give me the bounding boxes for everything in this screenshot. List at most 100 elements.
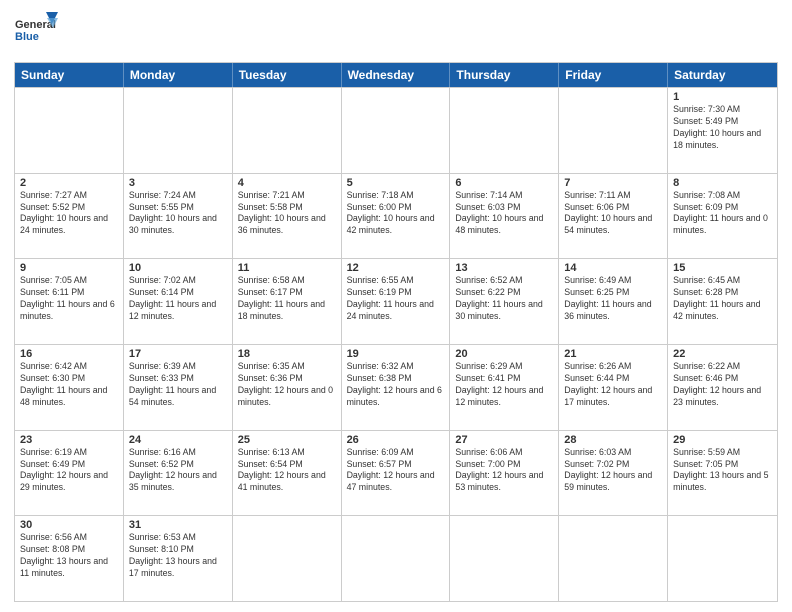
day-info: Sunrise: 6:32 AM Sunset: 6:38 PM Dayligh… [347, 361, 445, 409]
header-day-tuesday: Tuesday [233, 63, 342, 87]
day-info: Sunrise: 6:29 AM Sunset: 6:41 PM Dayligh… [455, 361, 553, 409]
day-number: 31 [129, 519, 227, 531]
day-info: Sunrise: 6:58 AM Sunset: 6:17 PM Dayligh… [238, 275, 336, 323]
day-info: Sunrise: 7:14 AM Sunset: 6:03 PM Dayligh… [455, 190, 553, 238]
day-number: 1 [673, 91, 772, 103]
calendar-row-2: 2Sunrise: 7:27 AM Sunset: 5:52 PM Daylig… [15, 173, 777, 259]
calendar-cell-1-3 [233, 88, 342, 173]
calendar-cell-1-2 [124, 88, 233, 173]
calendar-row-4: 16Sunrise: 6:42 AM Sunset: 6:30 PM Dayli… [15, 344, 777, 430]
day-info: Sunrise: 7:24 AM Sunset: 5:55 PM Dayligh… [129, 190, 227, 238]
calendar-cell-2-6: 7Sunrise: 7:11 AM Sunset: 6:06 PM Daylig… [559, 174, 668, 259]
logo-icon: General Blue [14, 10, 58, 54]
logo: General Blue [14, 10, 58, 54]
header-day-friday: Friday [559, 63, 668, 87]
calendar-page: General Blue SundayMondayTuesdayWednesda… [0, 0, 792, 612]
calendar-row-5: 23Sunrise: 6:19 AM Sunset: 6:49 PM Dayli… [15, 430, 777, 516]
calendar-row-3: 9Sunrise: 7:05 AM Sunset: 6:11 PM Daylig… [15, 258, 777, 344]
day-info: Sunrise: 7:18 AM Sunset: 6:00 PM Dayligh… [347, 190, 445, 238]
calendar-cell-3-3: 11Sunrise: 6:58 AM Sunset: 6:17 PM Dayli… [233, 259, 342, 344]
calendar-cell-2-2: 3Sunrise: 7:24 AM Sunset: 5:55 PM Daylig… [124, 174, 233, 259]
calendar-cell-4-6: 21Sunrise: 6:26 AM Sunset: 6:44 PM Dayli… [559, 345, 668, 430]
calendar-cell-5-5: 27Sunrise: 6:06 AM Sunset: 7:00 PM Dayli… [450, 431, 559, 516]
calendar-cell-3-6: 14Sunrise: 6:49 AM Sunset: 6:25 PM Dayli… [559, 259, 668, 344]
svg-text:Blue: Blue [15, 31, 39, 43]
calendar-cell-4-5: 20Sunrise: 6:29 AM Sunset: 6:41 PM Dayli… [450, 345, 559, 430]
day-number: 12 [347, 262, 445, 274]
day-info: Sunrise: 6:45 AM Sunset: 6:28 PM Dayligh… [673, 275, 772, 323]
calendar-row-1: 1Sunrise: 7:30 AM Sunset: 5:49 PM Daylig… [15, 87, 777, 173]
calendar-cell-5-3: 25Sunrise: 6:13 AM Sunset: 6:54 PM Dayli… [233, 431, 342, 516]
day-info: Sunrise: 6:56 AM Sunset: 8:08 PM Dayligh… [20, 532, 118, 580]
day-info: Sunrise: 6:06 AM Sunset: 7:00 PM Dayligh… [455, 447, 553, 495]
day-number: 5 [347, 177, 445, 189]
calendar-cell-4-7: 22Sunrise: 6:22 AM Sunset: 6:46 PM Dayli… [668, 345, 777, 430]
logo-container: General Blue [14, 10, 58, 54]
calendar-cell-3-7: 15Sunrise: 6:45 AM Sunset: 6:28 PM Dayli… [668, 259, 777, 344]
calendar-cell-5-4: 26Sunrise: 6:09 AM Sunset: 6:57 PM Dayli… [342, 431, 451, 516]
calendar-cell-5-2: 24Sunrise: 6:16 AM Sunset: 6:52 PM Dayli… [124, 431, 233, 516]
day-info: Sunrise: 7:30 AM Sunset: 5:49 PM Dayligh… [673, 104, 772, 152]
calendar-cell-6-2: 31Sunrise: 6:53 AM Sunset: 8:10 PM Dayli… [124, 516, 233, 601]
day-info: Sunrise: 6:53 AM Sunset: 8:10 PM Dayligh… [129, 532, 227, 580]
day-info: Sunrise: 6:55 AM Sunset: 6:19 PM Dayligh… [347, 275, 445, 323]
day-number: 6 [455, 177, 553, 189]
calendar-header: SundayMondayTuesdayWednesdayThursdayFrid… [15, 63, 777, 87]
day-info: Sunrise: 7:27 AM Sunset: 5:52 PM Dayligh… [20, 190, 118, 238]
calendar: SundayMondayTuesdayWednesdayThursdayFrid… [14, 62, 778, 602]
day-number: 21 [564, 348, 662, 360]
calendar-cell-1-4 [342, 88, 451, 173]
header: General Blue [14, 10, 778, 54]
calendar-cell-6-3 [233, 516, 342, 601]
day-number: 16 [20, 348, 118, 360]
day-number: 28 [564, 434, 662, 446]
day-number: 11 [238, 262, 336, 274]
header-day-thursday: Thursday [450, 63, 559, 87]
day-number: 25 [238, 434, 336, 446]
calendar-cell-6-5 [450, 516, 559, 601]
calendar-cell-5-7: 29Sunrise: 5:59 AM Sunset: 7:05 PM Dayli… [668, 431, 777, 516]
calendar-cell-1-7: 1Sunrise: 7:30 AM Sunset: 5:49 PM Daylig… [668, 88, 777, 173]
calendar-cell-6-1: 30Sunrise: 6:56 AM Sunset: 8:08 PM Dayli… [15, 516, 124, 601]
day-number: 22 [673, 348, 772, 360]
day-number: 2 [20, 177, 118, 189]
day-info: Sunrise: 7:02 AM Sunset: 6:14 PM Dayligh… [129, 275, 227, 323]
day-info: Sunrise: 6:09 AM Sunset: 6:57 PM Dayligh… [347, 447, 445, 495]
calendar-cell-3-4: 12Sunrise: 6:55 AM Sunset: 6:19 PM Dayli… [342, 259, 451, 344]
day-info: Sunrise: 7:21 AM Sunset: 5:58 PM Dayligh… [238, 190, 336, 238]
day-number: 4 [238, 177, 336, 189]
day-number: 8 [673, 177, 772, 189]
calendar-cell-5-6: 28Sunrise: 6:03 AM Sunset: 7:02 PM Dayli… [559, 431, 668, 516]
day-info: Sunrise: 6:42 AM Sunset: 6:30 PM Dayligh… [20, 361, 118, 409]
day-number: 24 [129, 434, 227, 446]
day-number: 18 [238, 348, 336, 360]
day-info: Sunrise: 6:22 AM Sunset: 6:46 PM Dayligh… [673, 361, 772, 409]
day-number: 26 [347, 434, 445, 446]
day-info: Sunrise: 6:13 AM Sunset: 6:54 PM Dayligh… [238, 447, 336, 495]
day-number: 23 [20, 434, 118, 446]
calendar-body: 1Sunrise: 7:30 AM Sunset: 5:49 PM Daylig… [15, 87, 777, 601]
day-number: 9 [20, 262, 118, 274]
calendar-cell-3-2: 10Sunrise: 7:02 AM Sunset: 6:14 PM Dayli… [124, 259, 233, 344]
day-number: 7 [564, 177, 662, 189]
day-number: 15 [673, 262, 772, 274]
day-info: Sunrise: 6:35 AM Sunset: 6:36 PM Dayligh… [238, 361, 336, 409]
calendar-cell-2-5: 6Sunrise: 7:14 AM Sunset: 6:03 PM Daylig… [450, 174, 559, 259]
calendar-cell-6-6 [559, 516, 668, 601]
day-info: Sunrise: 6:52 AM Sunset: 6:22 PM Dayligh… [455, 275, 553, 323]
day-info: Sunrise: 6:49 AM Sunset: 6:25 PM Dayligh… [564, 275, 662, 323]
calendar-cell-2-1: 2Sunrise: 7:27 AM Sunset: 5:52 PM Daylig… [15, 174, 124, 259]
day-number: 19 [347, 348, 445, 360]
header-day-sunday: Sunday [15, 63, 124, 87]
calendar-cell-2-4: 5Sunrise: 7:18 AM Sunset: 6:00 PM Daylig… [342, 174, 451, 259]
calendar-cell-4-1: 16Sunrise: 6:42 AM Sunset: 6:30 PM Dayli… [15, 345, 124, 430]
day-info: Sunrise: 6:26 AM Sunset: 6:44 PM Dayligh… [564, 361, 662, 409]
calendar-cell-6-7 [668, 516, 777, 601]
calendar-cell-1-6 [559, 88, 668, 173]
calendar-cell-4-4: 19Sunrise: 6:32 AM Sunset: 6:38 PM Dayli… [342, 345, 451, 430]
header-day-monday: Monday [124, 63, 233, 87]
day-number: 13 [455, 262, 553, 274]
calendar-cell-1-1 [15, 88, 124, 173]
calendar-cell-4-2: 17Sunrise: 6:39 AM Sunset: 6:33 PM Dayli… [124, 345, 233, 430]
day-number: 17 [129, 348, 227, 360]
